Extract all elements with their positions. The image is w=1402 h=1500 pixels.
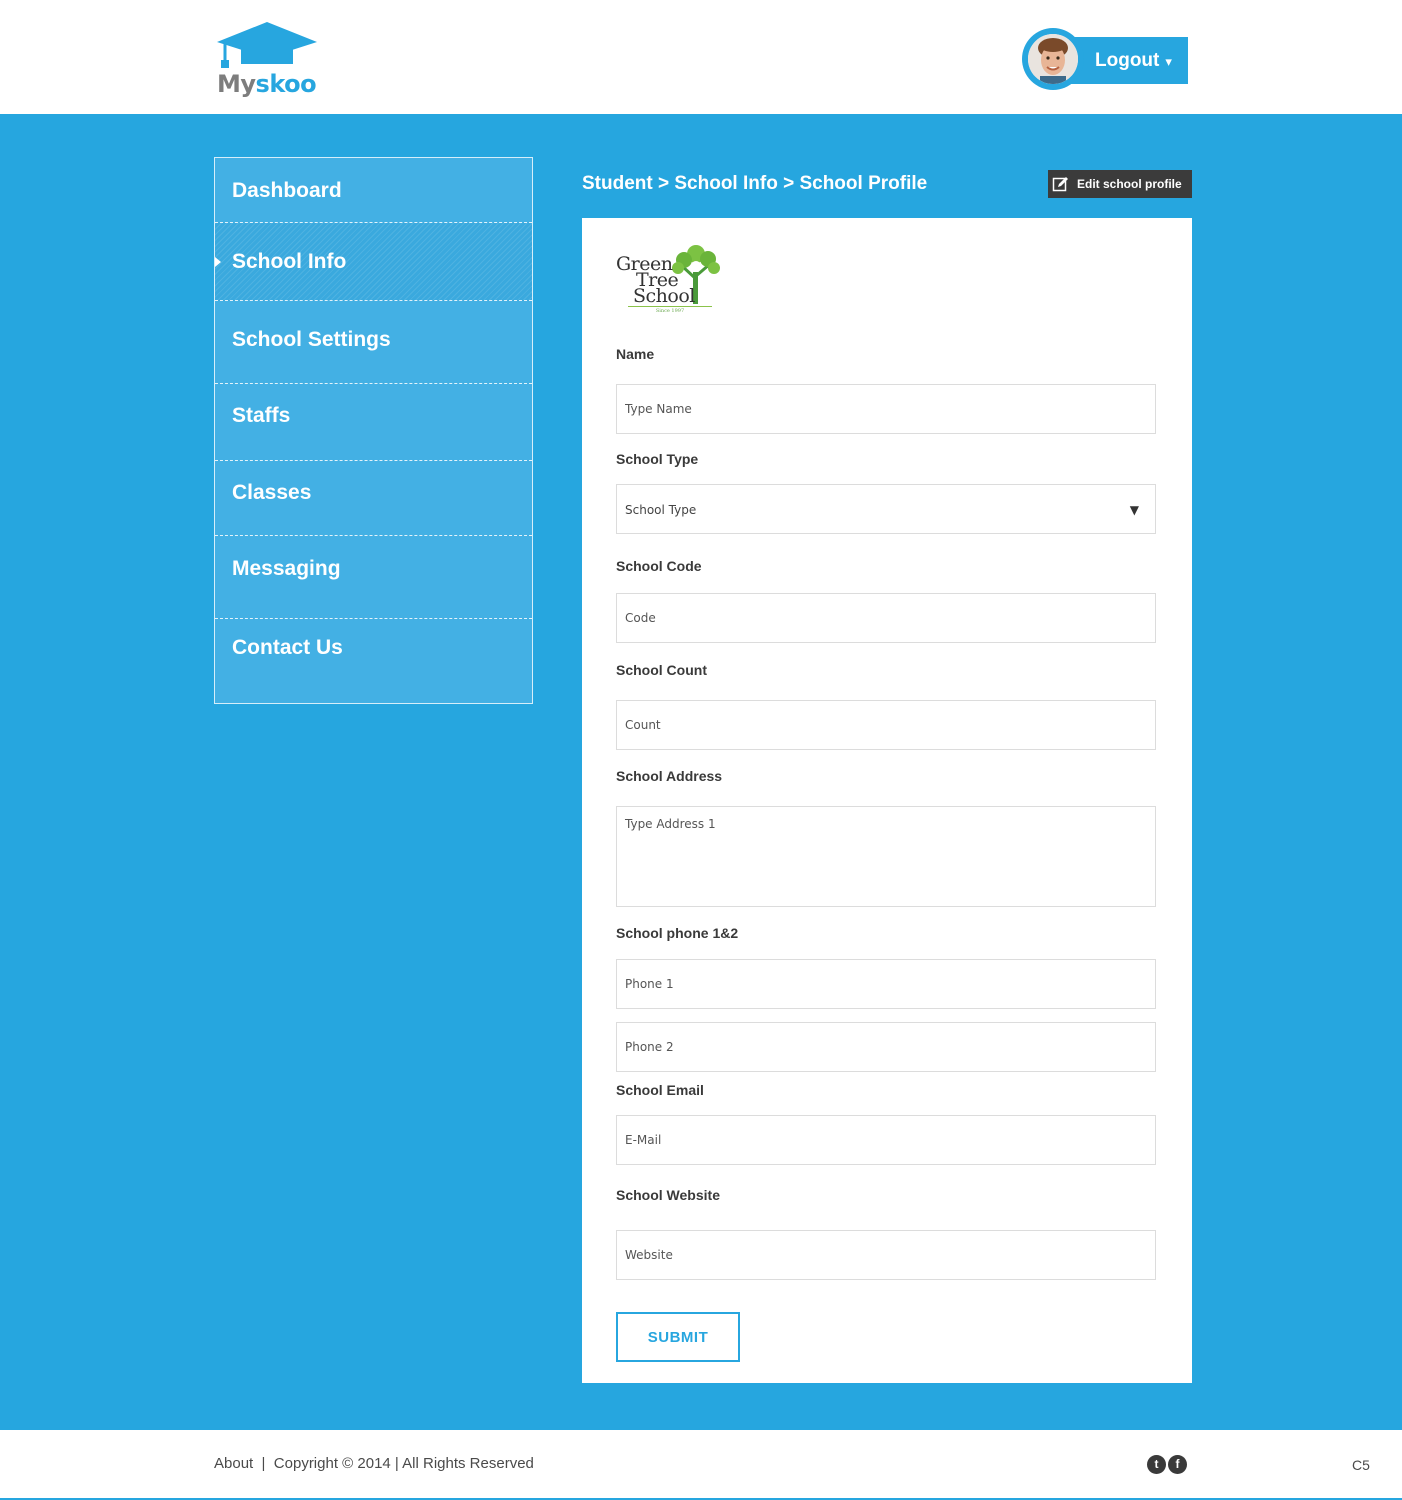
sidebar-item-dashboard[interactable]: Dashboard bbox=[215, 158, 532, 223]
school-logo-line3: School bbox=[633, 285, 695, 307]
logo-text: Myskoo bbox=[217, 70, 317, 98]
logo-skoo: skoo bbox=[255, 70, 317, 98]
logout-label: Logout bbox=[1095, 50, 1160, 71]
myskoo-logo[interactable]: Myskoo bbox=[215, 22, 319, 102]
submit-button[interactable]: SUBMIT bbox=[616, 1312, 740, 1362]
sidebar-item-label: Dashboard bbox=[232, 179, 342, 202]
school-email-input[interactable] bbox=[616, 1115, 1156, 1165]
copyright-text: Copyright © 2014 | All Rights Reserved bbox=[273, 1455, 534, 1472]
edit-school-profile-button[interactable]: Edit school profile bbox=[1048, 170, 1192, 198]
school-type-label: School Type bbox=[616, 451, 699, 467]
school-logo: Green Tree School Since 1997 bbox=[616, 242, 726, 314]
sidebar: Dashboard School Info School Settings St… bbox=[214, 157, 533, 704]
logo-my: My bbox=[217, 70, 256, 98]
school-logo-since: Since 1997 bbox=[628, 306, 712, 314]
sidebar-item-label: Staffs bbox=[232, 404, 291, 427]
footer-code: C5 bbox=[1352, 1457, 1370, 1473]
sidebar-item-label: Messaging bbox=[232, 557, 341, 580]
active-indicator-icon bbox=[215, 257, 221, 267]
chevron-down-icon: ▼ bbox=[1129, 503, 1139, 517]
main-area: Dashboard School Info School Settings St… bbox=[0, 114, 1402, 1430]
breadcrumb: Student > School Info > School Profile bbox=[582, 173, 928, 194]
name-label: Name bbox=[616, 346, 655, 362]
header: Myskoo Logout ▾ bbox=[0, 0, 1402, 114]
phone1-input[interactable] bbox=[616, 959, 1156, 1009]
school-type-value: School Type bbox=[625, 503, 697, 517]
caret-down-icon: ▾ bbox=[1165, 54, 1172, 69]
footer-links: About | Copyright © 2014 | All Rights Re… bbox=[214, 1455, 534, 1472]
school-code-input[interactable] bbox=[616, 593, 1156, 643]
school-code-label: School Code bbox=[616, 558, 702, 574]
school-count-label: School Count bbox=[616, 662, 707, 678]
phone2-input[interactable] bbox=[616, 1022, 1156, 1072]
avatar[interactable] bbox=[1022, 28, 1084, 90]
name-input[interactable] bbox=[616, 384, 1156, 434]
edit-button-label: Edit school profile bbox=[1077, 177, 1182, 191]
sidebar-item-label: Contact Us bbox=[232, 636, 343, 659]
facebook-icon[interactable]: f bbox=[1168, 1455, 1187, 1474]
logout-button[interactable]: Logout ▾ bbox=[1070, 37, 1188, 84]
school-address-label: School Address bbox=[616, 768, 723, 784]
sidebar-item-contact-us[interactable]: Contact Us bbox=[215, 619, 532, 703]
twitter-icon[interactable]: t bbox=[1147, 1455, 1166, 1474]
sidebar-item-label: Classes bbox=[232, 481, 312, 504]
avatar-image bbox=[1028, 34, 1078, 84]
school-website-label: School Website bbox=[616, 1187, 720, 1203]
sidebar-item-staffs[interactable]: Staffs bbox=[215, 384, 532, 461]
sidebar-item-label: School Info bbox=[232, 250, 347, 273]
sidebar-item-school-settings[interactable]: School Settings bbox=[215, 301, 532, 384]
social-links: tf bbox=[1147, 1455, 1189, 1475]
school-phone-label: School phone 1&2 bbox=[616, 925, 739, 941]
school-email-label: School Email bbox=[616, 1082, 704, 1098]
edit-icon bbox=[1052, 177, 1068, 192]
sidebar-item-classes[interactable]: Classes bbox=[215, 461, 532, 536]
school-count-input[interactable] bbox=[616, 700, 1156, 750]
user-face-icon bbox=[1028, 34, 1078, 84]
school-profile-card: Green Tree School Since 1997 Name School… bbox=[582, 218, 1192, 1383]
sidebar-item-label: School Settings bbox=[232, 328, 391, 351]
user-menu: Logout ▾ bbox=[1022, 28, 1190, 90]
sidebar-item-messaging[interactable]: Messaging bbox=[215, 536, 532, 619]
about-link[interactable]: About bbox=[214, 1455, 253, 1472]
school-address-input[interactable] bbox=[616, 806, 1156, 907]
footer: About | Copyright © 2014 | All Rights Re… bbox=[0, 1430, 1402, 1498]
school-type-select[interactable]: School Type ▼ bbox=[616, 484, 1156, 534]
sidebar-item-school-info[interactable]: School Info bbox=[215, 223, 532, 301]
graduation-cap-icon bbox=[217, 22, 317, 68]
school-website-input[interactable] bbox=[616, 1230, 1156, 1280]
